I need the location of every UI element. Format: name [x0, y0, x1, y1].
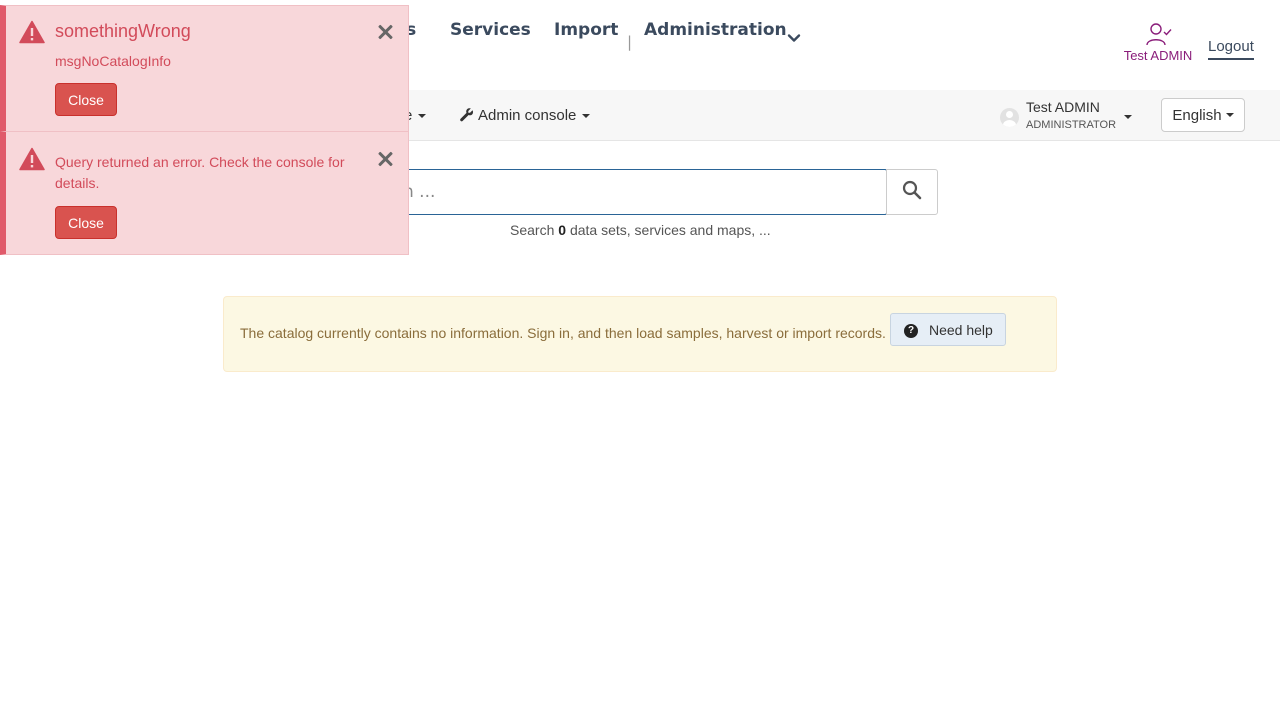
admin-console-label: Admin console [478, 107, 577, 124]
toast-message: msgNoCatalogInfo [55, 53, 171, 69]
warning-triangle-icon [19, 147, 45, 176]
question-circle-icon: ? [904, 324, 918, 338]
record-count: 0 [558, 222, 567, 238]
close-icon[interactable] [375, 149, 395, 169]
search-button[interactable] [886, 169, 938, 215]
search-hint-suffix: data sets, services and maps, ... [569, 222, 771, 238]
avatar [1000, 108, 1019, 127]
caret-down-icon [1124, 115, 1132, 119]
nav-item-import[interactable]: Import [554, 20, 618, 40]
wrench-icon [459, 107, 474, 126]
search-input[interactable]: h ... [392, 169, 887, 215]
empty-catalog-alert: The catalog currently contains no inform… [223, 296, 1057, 372]
chevron-down-icon[interactable] [787, 30, 801, 50]
nav-separator: | [627, 33, 633, 51]
nav-item-services[interactable]: Services [450, 20, 531, 40]
caret-down-icon [582, 114, 591, 119]
need-help-button[interactable]: ? Need help [890, 313, 1006, 346]
need-help-label: Need help [929, 322, 993, 338]
search-hint: Search 0 data sets, services and maps, .… [510, 222, 771, 238]
user-menu[interactable]: Test ADMIN [1120, 22, 1196, 63]
toast-close-button[interactable]: Close [55, 206, 117, 239]
language-selector[interactable]: English [1161, 98, 1245, 132]
error-toast: somethingWrong msgNoCatalogInfo Close [0, 5, 409, 132]
search-hint-prefix: Search [510, 222, 555, 238]
toast-title: somethingWrong [55, 21, 191, 41]
caret-down-icon [1225, 113, 1234, 117]
search-icon [902, 180, 922, 205]
caret-down-icon [418, 114, 427, 119]
language-label: English [1172, 106, 1222, 124]
logout-link[interactable]: Logout [1208, 38, 1254, 60]
error-toast: Query returned an error. Check the conso… [0, 131, 409, 255]
admin-console-menu[interactable]: Admin console [459, 107, 591, 126]
close-icon[interactable] [375, 22, 395, 42]
user-menu-label: Test ADMIN [1123, 48, 1193, 63]
toast-message: Query returned an error. Check the conso… [55, 154, 345, 191]
profile-name: Test ADMIN [1026, 99, 1100, 115]
user-check-icon [1120, 22, 1196, 46]
profile-role: ADMINISTRATOR [1026, 119, 1117, 131]
warning-triangle-icon [19, 20, 45, 49]
nav-item-administration[interactable]: Administration [644, 20, 787, 40]
empty-catalog-message: The catalog currently contains no inform… [240, 325, 886, 341]
toast-close-button[interactable]: Close [55, 83, 117, 116]
